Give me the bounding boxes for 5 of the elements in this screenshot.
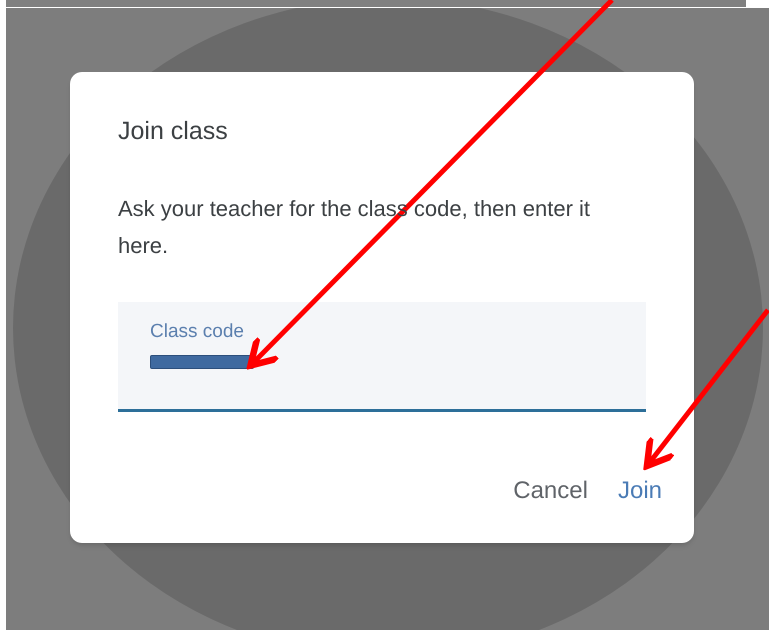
class-code-field[interactable]: Class code — [118, 302, 646, 412]
field-label: Class code — [150, 320, 244, 344]
cancel-button[interactable]: Cancel — [501, 470, 600, 512]
join-button[interactable]: Join — [606, 470, 674, 512]
dialog-title: Join class — [118, 116, 229, 146]
